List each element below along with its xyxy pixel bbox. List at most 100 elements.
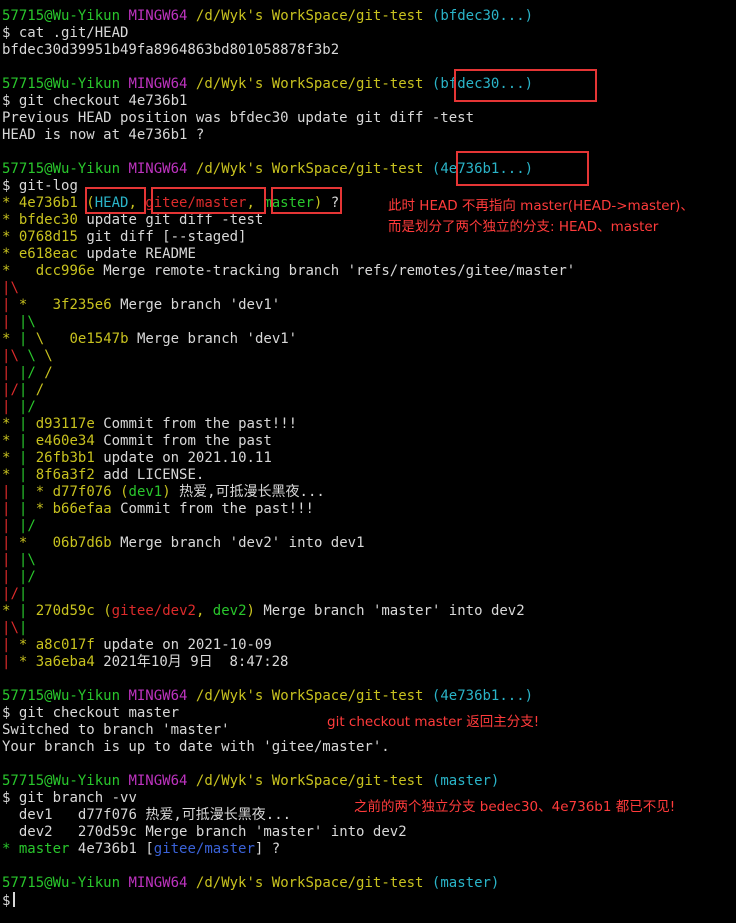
log-row: | * a8c017f update on 2021-10-09 — [2, 637, 272, 654]
graph-lines: * — [2, 246, 11, 262]
command-text: git-log — [18, 178, 78, 194]
log-row: | |/ / — [2, 365, 53, 382]
graph-lines: |\| — [2, 620, 28, 636]
log-row: * | d93117e Commit from the past!!! — [2, 416, 297, 433]
annotation-note: git checkout master 返回主分支! — [327, 714, 540, 730]
graph-lines: * — [2, 229, 11, 245]
commit-message: git diff [--staged] — [86, 229, 247, 245]
graph-lines: | * — [2, 297, 28, 313]
graph-lines: | * — [2, 637, 28, 653]
ref-label: gitee/dev2 — [111, 603, 196, 619]
log-row: * bfdec30 update git diff -test — [2, 212, 263, 229]
commit-hash: 3a6eba4 — [35, 654, 95, 670]
log-row: * | e460e34 Commit from the past — [2, 433, 272, 450]
graph-lines: | | * — [2, 484, 45, 500]
commit-message: Commit from the past — [103, 433, 272, 449]
commit-hash: 8f6a3f2 — [35, 467, 95, 483]
highlight-box — [454, 69, 597, 102]
highlight-box — [151, 187, 266, 214]
annotation-note: 此时 HEAD 不再指向 master(HEAD->master)、 — [388, 198, 694, 214]
graph-lines: | * — [2, 654, 28, 670]
graph-lines: * | — [2, 416, 28, 432]
output-line: bfdec30d39951b49fa8964863bd801058878f3b2 — [2, 42, 340, 58]
output-line: HEAD is now at 4e736b1 ? — [2, 127, 205, 143]
graph-lines: |/| — [2, 586, 28, 602]
log-row: * dcc996e Merge remote-tracking branch '… — [2, 263, 575, 280]
log-row: |/| / — [2, 382, 44, 399]
output-line: Your branch is up to date with 'gitee/ma… — [2, 739, 390, 755]
commit-message: 2021年10月 9日 8:47:28 — [103, 654, 289, 670]
prompt-line: 57715@Wu-Yikun MINGW64 /d/Wyk's WorkSpac… — [2, 773, 500, 789]
prompt-branch: (4e736b1...) — [431, 688, 534, 704]
graph-lines: |\ \ \ — [2, 348, 53, 364]
log-row: | |\ — [2, 314, 36, 331]
prompt-branch: (bfdec30...) — [431, 8, 534, 24]
graph-lines: | * — [2, 535, 28, 551]
commit-message: Merge branch 'dev2' into dev1 — [120, 535, 365, 551]
log-row: | * 3f235e6 Merge branch 'dev1' — [2, 297, 280, 314]
command-text: git branch -vv — [18, 790, 137, 806]
graph-lines: | |/ / — [2, 365, 53, 381]
log-row: | * 06b7d6b Merge branch 'dev2' into dev… — [2, 535, 365, 552]
commit-hash: 06b7d6b — [52, 535, 112, 551]
graph-lines: * | — [2, 450, 28, 466]
log-row: |\ — [2, 280, 19, 297]
highlight-box — [271, 187, 342, 214]
output-line: Switched to branch 'master' — [2, 722, 230, 738]
commit-message: update on 2021-10-09 — [103, 637, 272, 653]
log-row: * e618eac update README — [2, 246, 196, 263]
graph-lines: * | — [2, 433, 28, 449]
prompt-path: /d/Wyk's WorkSpace/git-test — [195, 8, 424, 24]
graph-lines: * — [2, 263, 11, 279]
log-row: | | * b66efaa Commit from the past!!! — [2, 501, 314, 518]
ref-label: dev2 — [212, 603, 247, 619]
text-cursor — [13, 892, 16, 907]
log-row: |\| — [2, 620, 27, 637]
terminal-window[interactable]: { "prompt": {"user": "57715@Wu-Yikun", "… — [0, 0, 736, 923]
commit-message: update on 2021.10.11 — [103, 450, 272, 466]
input-line[interactable]: $ — [2, 892, 16, 909]
log-row: * | 26fb3b1 update on 2021.10.11 — [2, 450, 272, 467]
prompt-line: 57715@Wu-Yikun MINGW64 /d/Wyk's WorkSpac… — [2, 875, 500, 891]
commit-hash: b66efaa — [52, 501, 112, 517]
log-row: * | 8f6a3f2 add LICENSE. — [2, 467, 204, 484]
log-row: | * 3a6eba4 2021年10月 9日 8:47:28 — [2, 654, 289, 671]
log-row: | |/ — [2, 518, 36, 535]
graph-lines: * | \ — [2, 331, 45, 347]
prompt-user: 57715@Wu-Yikun — [2, 8, 121, 24]
prompt-line: 57715@Wu-Yikun MINGW64 /d/Wyk's WorkSpac… — [2, 688, 534, 704]
command-line: $ git checkout master — [2, 705, 180, 721]
prompt-host: MINGW64 — [128, 8, 188, 24]
annotation-note: 而是划分了两个独立的分支: HEAD、master — [388, 219, 659, 235]
commit-hash: d77f076 — [52, 484, 112, 500]
graph-lines: | |/ — [2, 399, 36, 415]
graph-lines: * — [2, 212, 11, 228]
command-text: cat .git/HEAD — [18, 25, 129, 41]
graph-lines: | |/ — [2, 569, 36, 585]
annotation-note: 之前的两个独立分支 bedec30、4e736b1 都已不见! — [354, 799, 676, 815]
commit-hash: 3f235e6 — [52, 297, 112, 313]
commit-message: 热爱,可抵漫长黑夜... — [179, 484, 325, 500]
graph-lines: | |\ — [2, 552, 36, 568]
ref-label: dev1 — [128, 484, 163, 500]
command-line: $ git checkout 4e736b1 — [2, 93, 188, 109]
command-line: $ git-log — [2, 178, 78, 194]
output-line: Previous HEAD position was bfdec30 updat… — [2, 110, 475, 126]
prompt-line: 57715@Wu-Yikun MINGW64 /d/Wyk's WorkSpac… — [2, 161, 534, 177]
graph-lines: |/| / — [2, 382, 45, 398]
log-row: | |\ — [2, 552, 36, 569]
prompt-line: 57715@Wu-Yikun MINGW64 /d/Wyk's WorkSpac… — [2, 8, 533, 25]
commit-message: Merge branch 'dev1' — [120, 297, 281, 313]
commit-message: Merge branch 'master' into dev2 — [263, 603, 525, 619]
log-row: * | 270d59c (gitee/dev2, dev2) Merge bra… — [2, 603, 525, 619]
commit-hash: e460e34 — [35, 433, 95, 449]
commit-message: Commit from the past!!! — [103, 416, 298, 432]
commit-message: Merge branch 'dev1' — [136, 331, 298, 347]
graph-lines: * | — [2, 467, 28, 483]
prompt-branch: (master) — [431, 875, 500, 891]
command-text: git checkout 4e736b1 — [18, 93, 188, 109]
graph-lines: * | — [2, 603, 28, 619]
command-text: git checkout master — [18, 705, 180, 721]
commit-hash: 26fb3b1 — [35, 450, 95, 466]
commit-hash: 270d59c — [35, 603, 95, 619]
